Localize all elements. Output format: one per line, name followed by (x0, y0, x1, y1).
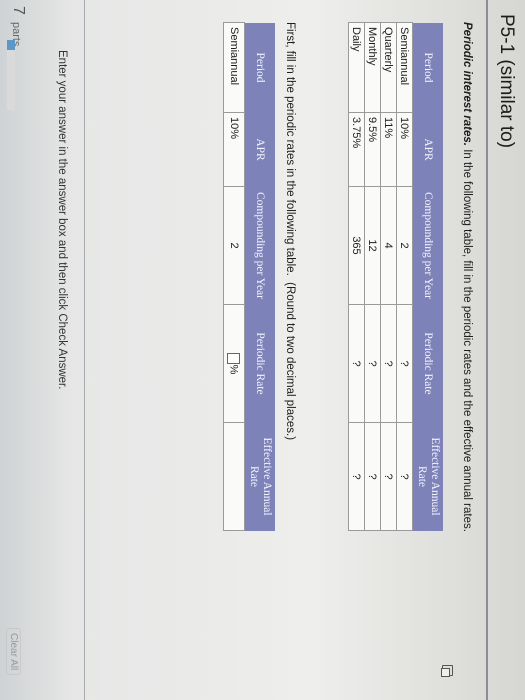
cell-apr: 10% (223, 112, 245, 187)
col-header-periodic-rate: Periodic Rate (244, 304, 275, 423)
cell-compounding: 4 (380, 186, 397, 305)
col-header-periodic-rate: Periodic Rate (412, 304, 443, 423)
cell-compounding: 2 (396, 186, 413, 305)
col-header-compounding: Compounding per Year (412, 186, 443, 305)
instruction: First, fill in the periodic rates in the… (284, 22, 296, 440)
cell-effective-rate: ? (396, 422, 413, 531)
cell-period: Quarterly (380, 22, 397, 113)
cell-periodic-rate: ? (380, 304, 397, 423)
table-row: Semiannual 10% 2 % (223, 22, 245, 531)
periodic-rate-input[interactable] (227, 352, 241, 364)
cell-periodic-rate: % (223, 304, 245, 423)
copy-table-icon[interactable] (442, 665, 453, 676)
parts-count: 7 (10, 6, 27, 15)
col-header-effective-rate: Effective Annual Rate (244, 422, 275, 531)
cell-effective-rate: ? (348, 422, 365, 531)
rates-table-header: Period APR Compounding per Year Periodic… (412, 22, 443, 531)
intro-text: In the following table, fill in the peri… (461, 146, 473, 532)
table-row: Quarterly 11% 4 ? ? (380, 22, 397, 531)
parts-progress (7, 40, 15, 110)
cell-effective-rate (223, 422, 245, 531)
cell-effective-rate: ? (364, 422, 381, 531)
rates-table: Period APR Compounding per Year Periodic… (348, 22, 443, 531)
instruction-text: First, fill in the periodic rates in the… (284, 22, 296, 276)
cell-periodic-rate: ? (396, 304, 413, 423)
table-row: Monthly 9.5% 12 ? ? (364, 22, 381, 531)
cell-compounding: 12 (364, 186, 381, 305)
cell-apr: 9.5% (364, 112, 381, 187)
header-divider (486, 0, 488, 700)
col-header-apr: APR (412, 112, 443, 187)
answer-table: Period APR Compounding per Year Periodic… (223, 22, 275, 531)
col-header-apr: APR (244, 112, 275, 187)
question-page: P5-1 (similar to) Periodic interest rate… (0, 0, 525, 700)
cell-compounding: 2 (223, 186, 245, 305)
question-intro: Periodic interest rates. In the followin… (461, 22, 473, 692)
cell-period: Semiannual (396, 22, 413, 113)
question-title: P5-1 (similar to) (496, 14, 517, 149)
cell-periodic-rate: ? (364, 304, 381, 423)
table-row: Daily 3.75% 365 ? ? (348, 22, 365, 531)
parts-progress-fill (7, 40, 15, 50)
cell-periodic-rate: ? (348, 304, 365, 423)
col-header-compounding: Compounding per Year (244, 186, 275, 305)
answer-table-header: Period APR Compounding per Year Periodic… (244, 22, 275, 531)
cell-apr: 11% (380, 112, 397, 187)
answer-instruction: Enter your answer in the answer box and … (56, 50, 68, 390)
table-row: Semiannual 10% 2 ? ? (396, 22, 413, 531)
footer-divider (84, 0, 85, 700)
col-header-period: Period (412, 22, 443, 113)
col-header-period: Period (244, 22, 275, 113)
col-header-effective-rate: Effective Annual Rate (412, 422, 443, 531)
intro-topic: Periodic interest rates. (461, 22, 473, 146)
cell-apr: 10% (396, 112, 413, 187)
clear-all-button[interactable]: Clear All (6, 628, 21, 676)
round-note: (Round to two decimal places.) (284, 282, 296, 441)
cell-period: Daily (348, 22, 365, 113)
cell-period: Semiannual (223, 22, 245, 113)
cell-period: Monthly (364, 22, 381, 113)
cell-compounding: 365 (348, 186, 365, 305)
cell-apr: 3.75% (348, 112, 365, 187)
cell-effective-rate: ? (380, 422, 397, 531)
percent-sign: % (228, 364, 241, 375)
